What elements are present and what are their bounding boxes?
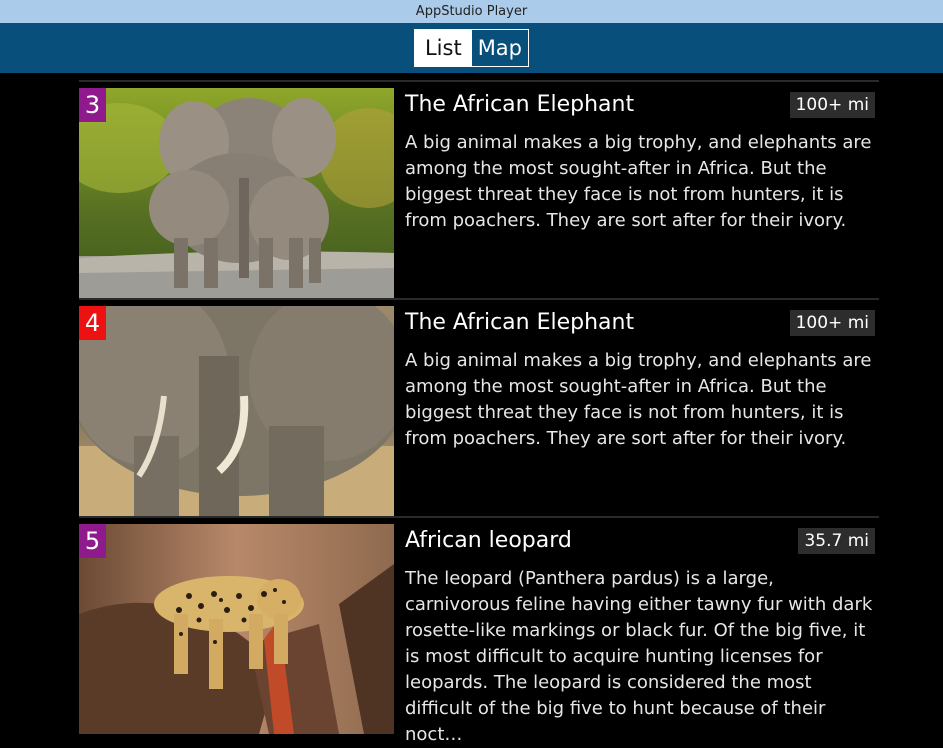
item-title: African leopard [405,528,572,553]
list-item[interactable]: 3 100+ mi The African Elephant A big ani… [79,82,879,298]
item-title: The African Elephant [405,310,635,335]
item-title: The African Elephant [405,92,635,117]
results-list: 3 100+ mi The African Elephant A big ani… [79,80,879,745]
item-description: The leopard (Panthera pardus) is a large… [405,568,873,745]
distance-label: 100+ mi [789,92,875,118]
app-header: List Map [0,23,943,73]
rank-badge: 4 [79,306,106,340]
rank-badge: 5 [79,524,106,558]
list-item[interactable]: 5 35.7 mi African leopard The leopard (P… [79,518,879,745]
list-view-button[interactable]: List [414,30,472,66]
list-item[interactable]: 4 100+ mi The African Elephant A big ani… [79,300,879,516]
elephant-family-image [79,88,394,298]
elephant-closeup-image [79,306,394,516]
item-description: A big animal makes a big trophy, and ele… [405,132,872,231]
distance-label: 35.7 mi [798,528,875,554]
leopard-image [79,524,394,734]
distance-label: 100+ mi [789,310,875,336]
item-description: A big animal makes a big trophy, and ele… [405,350,872,449]
window-title-bar: AppStudio Player [0,0,943,23]
view-toggle: List Map [413,29,530,67]
rank-badge: 3 [79,88,106,122]
window-title: AppStudio Player [415,4,528,19]
map-view-button[interactable]: Map [471,30,529,66]
